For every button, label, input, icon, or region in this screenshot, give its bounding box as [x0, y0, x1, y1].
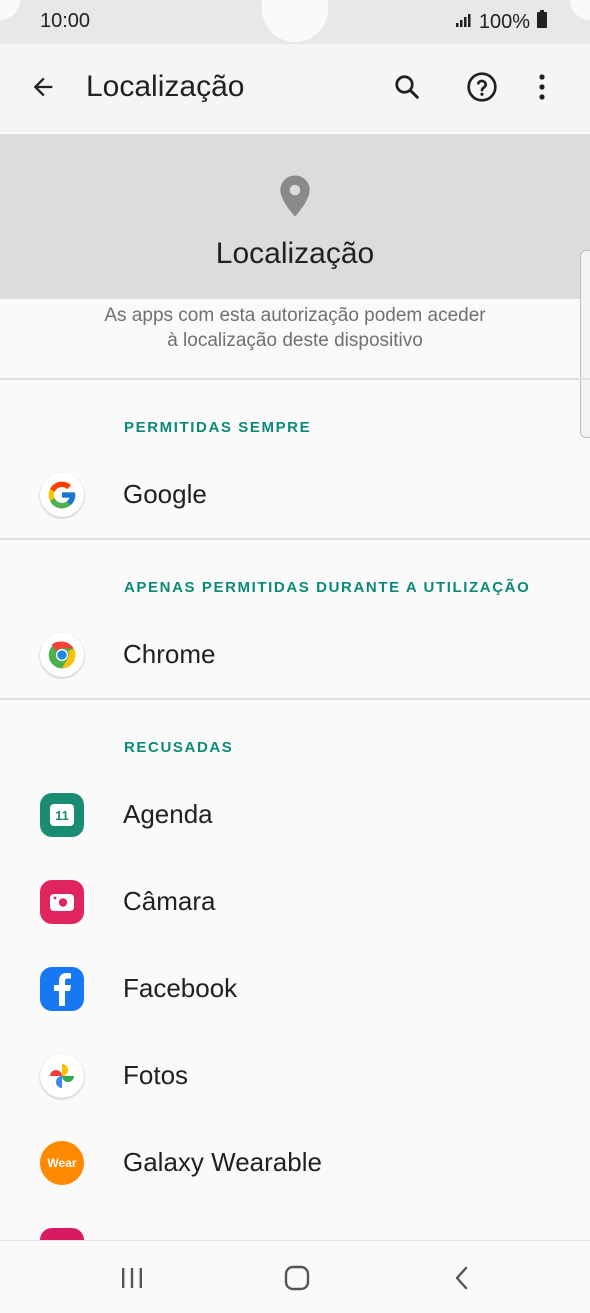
section-header-while-using: APENAS PERMITIDAS DURANTE A UTILIZAÇÃO — [124, 579, 531, 596]
divider — [0, 378, 590, 380]
status-bar: 10:00 100% — [0, 0, 590, 44]
photos-icon — [40, 1054, 84, 1098]
search-icon[interactable] — [384, 64, 430, 110]
battery-percentage: 100% — [478, 10, 530, 33]
battery-icon — [536, 10, 548, 34]
wear-icon-text: Wear — [47, 1156, 77, 1170]
app-row-galaxy-wearable[interactable]: Wear Galaxy Wearable — [0, 1123, 590, 1203]
agenda-icon: 11 — [40, 793, 84, 837]
scroll-indicator[interactable] — [580, 250, 590, 438]
status-time: 10:00 — [40, 10, 91, 32]
wear-icon: Wear — [40, 1141, 84, 1185]
hero-title: Localização — [215, 237, 375, 270]
home-icon[interactable] — [277, 1261, 317, 1295]
more-vertical-icon[interactable] — [519, 64, 565, 110]
app-label-camara: Câmara — [123, 886, 216, 916]
app-bar: Localização — [0, 44, 590, 132]
app-row-camara[interactable]: Câmara — [0, 862, 590, 942]
description-line-1: As apps com esta autorização podem acede… — [104, 305, 486, 326]
back-arrow-icon[interactable] — [20, 64, 66, 110]
app-label-agenda: Agenda — [123, 799, 213, 829]
app-row-chrome[interactable]: Chrome — [0, 615, 590, 695]
google-icon — [40, 473, 84, 517]
divider — [0, 698, 590, 700]
app-row-google[interactable]: Google — [0, 455, 590, 535]
navigation-bar — [0, 1240, 590, 1313]
recents-icon[interactable] — [112, 1261, 152, 1295]
status-corner-left — [0, 0, 20, 20]
app-row-agenda[interactable]: 11 Agenda — [0, 775, 590, 855]
app-label-chrome: Chrome — [123, 639, 216, 669]
description-line-2: à localização deste dispositivo — [167, 330, 423, 351]
page-title: Localização — [86, 70, 245, 103]
status-right: 100% — [455, 10, 548, 34]
app-label-facebook: Facebook — [123, 973, 238, 1003]
chrome-icon — [40, 633, 84, 677]
facebook-icon — [40, 967, 84, 1011]
hero-banner: Localização — [0, 134, 590, 299]
app-row-facebook[interactable]: Facebook — [0, 949, 590, 1029]
signal-icon — [455, 11, 473, 34]
hero-description: As apps com esta autorização podem acede… — [0, 303, 590, 353]
camera-notch — [262, 0, 328, 42]
location-pin-icon — [277, 174, 313, 223]
section-header-denied: RECUSADAS — [124, 739, 234, 756]
agenda-icon-text: 11 — [50, 804, 74, 826]
app-row-fotos[interactable]: Fotos — [0, 1036, 590, 1116]
help-icon[interactable] — [459, 64, 505, 110]
section-header-always: PERMITIDAS SEMPRE — [124, 419, 312, 436]
nav-back-icon[interactable] — [442, 1261, 482, 1295]
camera-icon — [40, 880, 84, 924]
app-label-galaxy-wearable: Galaxy Wearable — [123, 1147, 322, 1177]
divider — [0, 538, 590, 540]
status-corner-right — [570, 0, 590, 20]
app-label-google: Google — [123, 479, 207, 509]
app-label-fotos: Fotos — [123, 1060, 189, 1090]
